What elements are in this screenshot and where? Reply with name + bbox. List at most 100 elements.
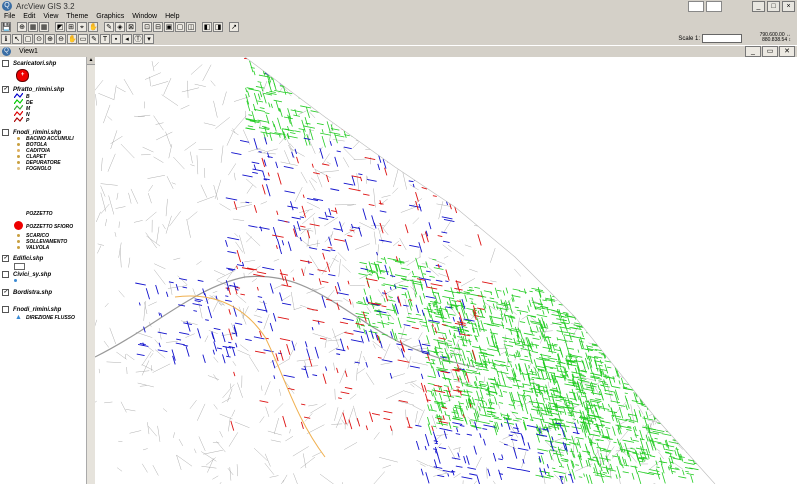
sewer-pipe-green — [429, 275, 435, 278]
tb2-tool-button-6[interactable]: ✋ — [67, 34, 77, 44]
sewer-pipe-green — [451, 300, 457, 302]
menu-view[interactable]: View — [43, 13, 58, 20]
tb2-tool-button-5[interactable]: ⊖ — [56, 34, 66, 44]
tb2-tool-button-13[interactable]: ▾ — [144, 34, 154, 44]
road-segment — [570, 323, 576, 325]
tb2-tool-button-11[interactable]: ◂ — [122, 34, 132, 44]
theme-checkbox[interactable]: ✓ — [2, 255, 9, 262]
sewer-pipe-red — [441, 324, 447, 326]
minimize-button[interactable]: _ — [752, 1, 765, 12]
theme-checkbox[interactable] — [2, 129, 9, 136]
tb1-tool-button-16[interactable]: ◧ — [202, 22, 212, 32]
sewer-pipe-green — [253, 70, 256, 76]
tb1-tool-button-6[interactable]: ⌖ — [77, 22, 87, 32]
tb1-tool-button-9[interactable]: ◈ — [115, 22, 125, 32]
sewer-pipe-blue — [442, 240, 450, 243]
tb2-tool-button-3[interactable]: ⊙ — [34, 34, 44, 44]
tb1-tool-button-12[interactable]: ⊟ — [153, 22, 163, 32]
toc-theme-4[interactable]: Civici_sy.shp — [2, 271, 51, 278]
road-segment — [248, 265, 261, 275]
view-close-button[interactable]: ✕ — [779, 46, 795, 57]
road-segment — [135, 370, 150, 373]
toc-theme-3[interactable]: ✓ Edifici.shp — [2, 255, 43, 262]
view-minimize-button[interactable]: _ — [745, 46, 761, 57]
theme-checkbox[interactable] — [2, 60, 9, 67]
tb1-tool-button-7[interactable]: ✋ — [88, 22, 98, 32]
menu-edit[interactable]: Edit — [23, 13, 35, 20]
sewer-pipe-green — [475, 364, 487, 368]
sewer-pipe-green — [630, 465, 638, 468]
scroll-up-icon[interactable]: ▲ — [87, 57, 95, 65]
toc-theme-6[interactable]: Fnodi_rimini.shp — [2, 306, 61, 313]
tb1-tool-button-8[interactable]: ✎ — [104, 22, 114, 32]
theme-checkbox[interactable] — [2, 306, 9, 313]
tb2-tool-button-4[interactable]: ⊕ — [45, 34, 55, 44]
view-restore-button[interactable]: ▭ — [762, 46, 778, 57]
menu-window[interactable]: Window — [132, 13, 157, 20]
tb2-tool-button-8[interactable]: ✎ — [89, 34, 99, 44]
sewer-pipe-blue — [443, 219, 455, 222]
tb2-tool-button-1[interactable]: ↖ — [12, 34, 22, 44]
road-segment — [405, 409, 407, 420]
sewer-pipe-blue — [281, 240, 285, 246]
road-segment — [113, 85, 117, 100]
tb1-tool-button-3[interactable]: ▦ — [39, 22, 49, 32]
tb1-tool-button-11[interactable]: ⊡ — [142, 22, 152, 32]
menu-file[interactable]: File — [4, 13, 15, 20]
sewer-pipe-blue — [231, 332, 236, 335]
menu-theme[interactable]: Theme — [66, 13, 88, 20]
tb1-tool-button-13[interactable]: ▣ — [164, 22, 174, 32]
theme-checkbox[interactable]: ✓ — [2, 86, 9, 93]
road-segment — [98, 93, 115, 101]
sewer-pipe-blue — [284, 190, 296, 194]
sewer-pipe-green — [565, 344, 570, 354]
tb1-tool-button-1[interactable]: ⊕ — [17, 22, 27, 32]
sewer-pipe-green — [289, 132, 296, 134]
maximize-button[interactable]: □ — [767, 1, 780, 12]
sewer-pipe-blue — [425, 472, 430, 484]
road-segment — [202, 64, 212, 82]
sewer-pipe-blue — [138, 302, 141, 306]
tb2-tool-button-9[interactable]: T — [100, 34, 110, 44]
close-button[interactable]: × — [782, 1, 795, 12]
tb1-tool-button-5[interactable]: ⊞ — [66, 22, 76, 32]
sewer-pipe-green — [462, 336, 465, 340]
tb2-tool-button-10[interactable]: ▪ — [111, 34, 121, 44]
sewer-pipe-green — [429, 409, 437, 412]
tb1-tool-button-14[interactable]: ▢ — [175, 22, 185, 32]
tb2-tool-button-12[interactable]: Ⓣ — [133, 34, 143, 44]
view-title-bar: Q View1 _ ▭ ✕ — [0, 45, 797, 57]
theme-checkbox[interactable] — [2, 271, 9, 278]
tb1-tool-button-18[interactable]: ↗ — [229, 22, 239, 32]
map-display[interactable] — [95, 57, 797, 484]
theme-checkbox[interactable]: ✓ — [2, 289, 9, 296]
sewer-pipe-green — [494, 396, 498, 405]
sewer-pipe-green — [539, 335, 542, 340]
road-segment — [393, 168, 399, 188]
sewer-pipe-red — [333, 238, 346, 242]
tb1-tool-button-0[interactable]: 💾 — [1, 22, 11, 32]
scale-input[interactable] — [702, 34, 742, 43]
tb2-tool-button-2[interactable]: ▢ — [23, 34, 33, 44]
tb1-tool-button-10[interactable]: ⊠ — [126, 22, 136, 32]
toc-theme-0[interactable]: Scaricatori.shp — [2, 60, 56, 67]
tb2-tool-button-7[interactable]: ▭ — [78, 34, 88, 44]
tb1-tool-button-17[interactable]: ◨ — [213, 22, 223, 32]
sewer-pipe-green — [277, 117, 282, 130]
toc-scrollbar[interactable]: ▲ — [86, 57, 95, 484]
tb2-tool-button-0[interactable]: ℹ — [1, 34, 11, 44]
toc-theme-1[interactable]: ✓ Pfratto_rimini.shp — [2, 86, 64, 93]
sewer-pipe-green — [316, 122, 324, 126]
sewer-pipe-blue — [235, 342, 238, 348]
sewer-pipe-blue — [299, 216, 305, 219]
toc-theme-5[interactable]: ✓ Bordistra.shp — [2, 289, 52, 296]
taskbar-button-2[interactable] — [706, 1, 722, 12]
tb1-tool-button-15[interactable]: ◫ — [186, 22, 196, 32]
menu-help[interactable]: Help — [165, 13, 179, 20]
taskbar-button-1[interactable] — [688, 1, 704, 12]
sewer-pipe-green — [400, 267, 410, 271]
toc-theme-2[interactable]: Fnodi_rimini.shp — [2, 129, 61, 136]
tb1-tool-button-4[interactable]: ◩ — [55, 22, 65, 32]
menu-graphics[interactable]: Graphics — [96, 13, 124, 20]
tb1-tool-button-2[interactable]: ▦ — [28, 22, 38, 32]
